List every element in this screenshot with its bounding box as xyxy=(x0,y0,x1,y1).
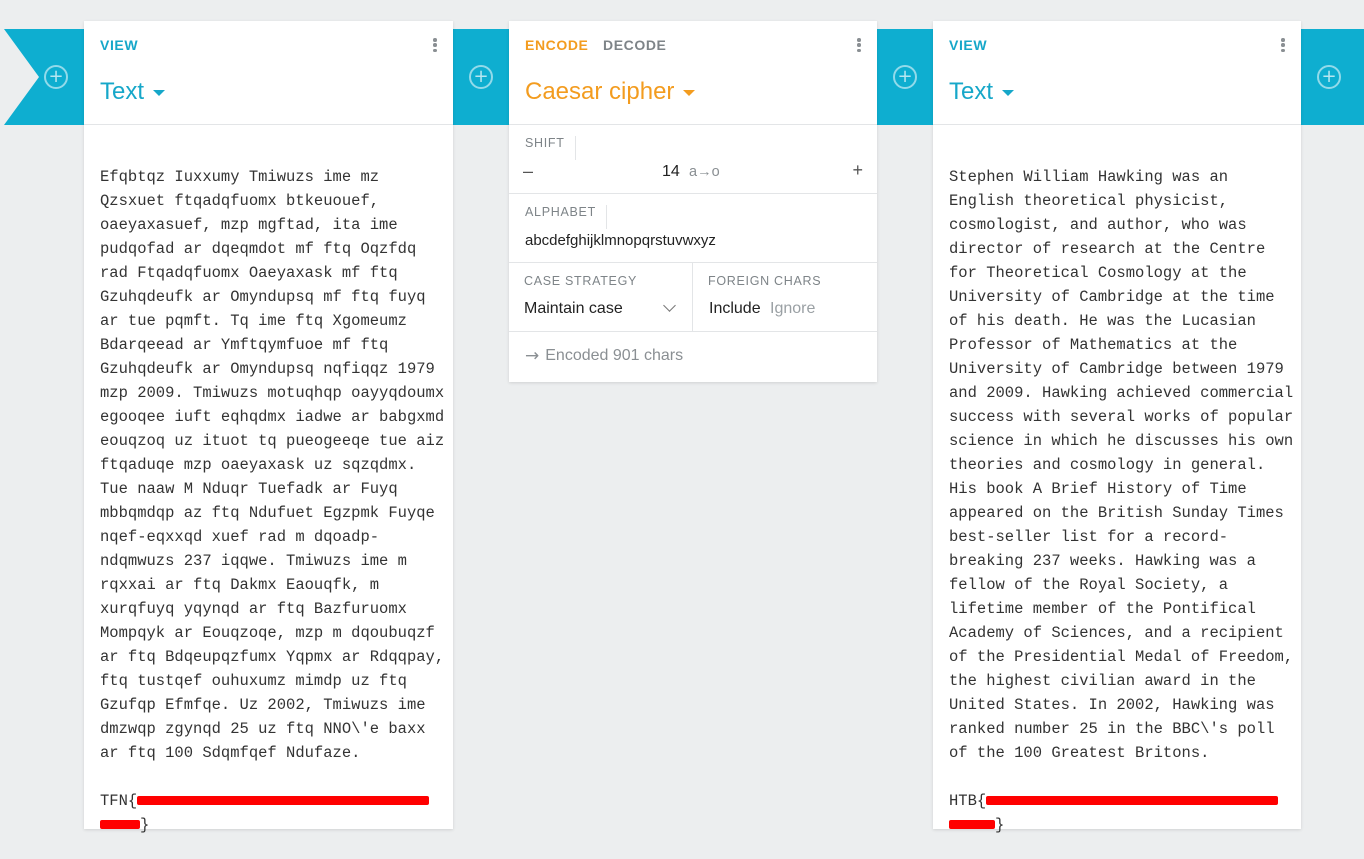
shift-label: SHIFT xyxy=(525,136,576,160)
redaction-mark xyxy=(137,796,430,806)
panel-tabs: VIEW xyxy=(949,37,997,53)
dropdown-caret-icon xyxy=(153,90,166,96)
format-label: Text xyxy=(100,78,145,105)
case-foreign-row: CASE STRATEGY Maintain case FOREIGN CHAR… xyxy=(509,263,877,332)
foreign-ignore-option[interactable]: Ignore xyxy=(770,300,815,318)
case-strategy-select[interactable]: Maintain case xyxy=(524,300,623,318)
dropdown-caret-icon xyxy=(1002,90,1015,96)
tab-view[interactable]: VIEW xyxy=(100,37,138,53)
flag-line: TFN{} xyxy=(100,792,430,834)
redaction-mark xyxy=(949,820,995,830)
foreign-include-option[interactable]: Include xyxy=(709,300,761,318)
panel-header: VIEW Text xyxy=(84,21,453,125)
right-view-panel: VIEW Text Stephen William Hawking was an… xyxy=(933,21,1301,834)
add-circle-icon[interactable]: + xyxy=(1317,65,1341,89)
panel-header: ENCODE DECODE Caesar cipher xyxy=(509,21,877,125)
flag-prefix: HTB{ xyxy=(949,792,987,810)
encoded-text: Efqbtqz Iuxxumy Tmiwuzs ime mz Qzsxuet f… xyxy=(100,168,445,762)
shift-setting: SHIFT – 14 a→o + xyxy=(509,125,877,194)
status-text: Encoded 901 chars xyxy=(545,347,684,364)
flag-suffix: } xyxy=(140,816,150,834)
redaction-mark xyxy=(986,796,1279,806)
more-vert-icon[interactable] xyxy=(853,35,865,55)
flag-line: HTB{} xyxy=(949,792,1279,834)
app-canvas: + + + + VIEW Text Efqbtqz Iuxxumy Tmiwuz… xyxy=(0,0,1364,859)
dropdown-caret-icon xyxy=(683,90,696,96)
case-strategy-setting: CASE STRATEGY Maintain case xyxy=(509,263,693,331)
panel-tabs: ENCODE DECODE xyxy=(525,37,677,53)
format-select[interactable]: Text xyxy=(100,77,166,107)
shift-value[interactable]: 14 xyxy=(662,163,680,181)
cipher-select[interactable]: Caesar cipher xyxy=(525,77,696,107)
format-label: Text xyxy=(949,78,994,105)
caesar-cipher-panel: ENCODE DECODE Caesar cipher SHIFT – 14 a… xyxy=(509,21,877,382)
format-select[interactable]: Text xyxy=(949,77,1015,107)
shift-increment-button[interactable]: + xyxy=(852,160,863,181)
decoded-text: Stephen William Hawking was an English t… xyxy=(949,168,1294,762)
redaction-mark xyxy=(100,820,140,830)
panel-tabs: VIEW xyxy=(100,37,148,53)
flag-suffix: } xyxy=(995,816,1005,834)
connector-2[interactable]: + xyxy=(877,29,933,125)
tab-view[interactable]: VIEW xyxy=(949,37,987,53)
add-circle-icon[interactable]: + xyxy=(893,65,917,89)
cipher-label: Caesar cipher xyxy=(525,78,675,105)
shift-decrement-button[interactable]: – xyxy=(523,161,533,182)
foreign-chars-setting: FOREIGN CHARS Include Ignore xyxy=(693,263,876,331)
alphabet-setting: ALPHABET abcdefghijklmnopqrstuvwxyz xyxy=(509,194,877,263)
foreign-chars-label: FOREIGN CHARS xyxy=(708,274,822,288)
panel-header: VIEW Text xyxy=(933,21,1301,125)
left-view-panel: VIEW Text Efqbtqz Iuxxumy Tmiwuzs ime mz… xyxy=(84,21,453,834)
text-content[interactable]: Stephen William Hawking was an English t… xyxy=(949,141,1294,837)
add-circle-icon[interactable]: + xyxy=(44,65,68,89)
flag-prefix: TFN{ xyxy=(100,792,138,810)
input-connector[interactable]: + xyxy=(4,29,84,125)
alphabet-input[interactable]: abcdefghijklmnopqrstuvwxyz xyxy=(525,232,716,249)
more-vert-icon[interactable] xyxy=(1277,35,1289,55)
status-message: → Encoded 901 chars xyxy=(525,346,683,366)
connector-1[interactable]: + xyxy=(453,29,509,125)
case-strategy-label: CASE STRATEGY xyxy=(524,274,638,288)
output-connector[interactable]: + xyxy=(1301,29,1364,125)
alphabet-label: ALPHABET xyxy=(525,205,607,229)
arrow-right-icon: → xyxy=(525,346,540,366)
more-vert-icon[interactable] xyxy=(429,35,441,55)
add-circle-icon[interactable]: + xyxy=(469,65,493,89)
text-content[interactable]: Efqbtqz Iuxxumy Tmiwuzs ime mz Qzsxuet f… xyxy=(100,141,445,837)
tab-encode[interactable]: ENCODE xyxy=(525,37,589,53)
tab-decode[interactable]: DECODE xyxy=(603,37,667,53)
chevron-down-icon[interactable] xyxy=(663,299,676,312)
shift-mapping: a→o xyxy=(689,164,720,180)
